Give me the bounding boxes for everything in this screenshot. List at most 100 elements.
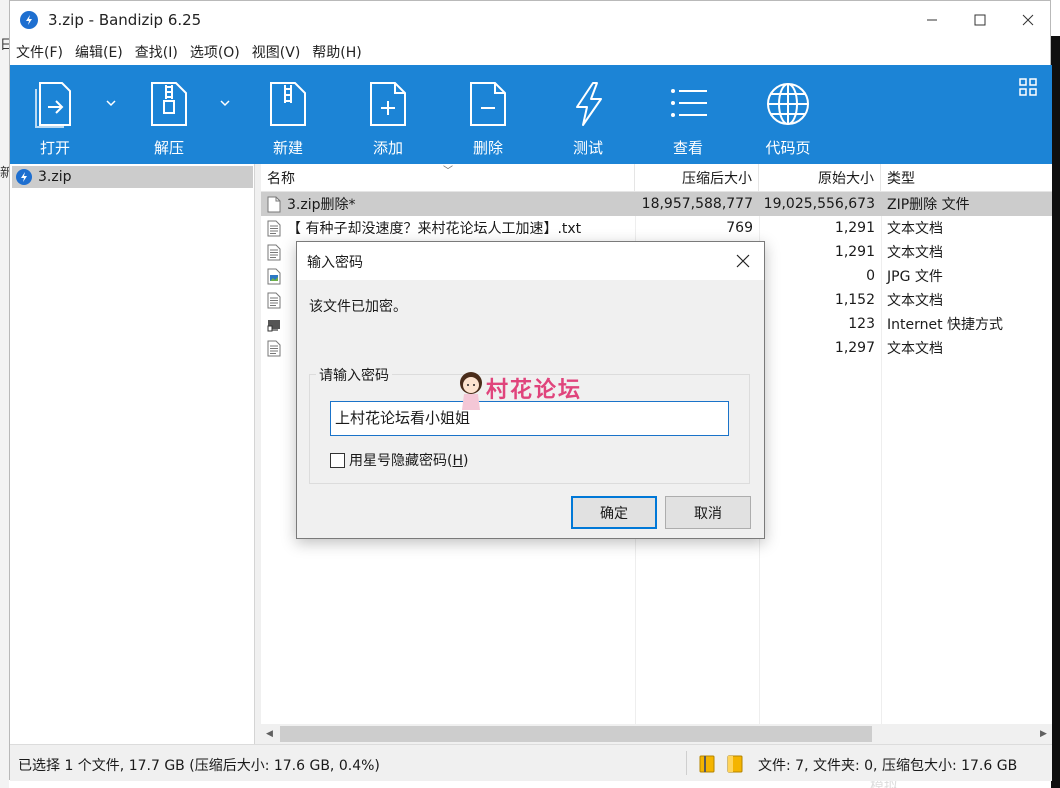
folder-tree: 3.zip	[10, 164, 255, 744]
title-bar[interactable]: 3.zip - Bandizip 6.25	[10, 1, 1052, 39]
delete-button[interactable]: 删除	[443, 65, 533, 164]
original-size-cell: 123	[848, 316, 875, 332]
menu-help[interactable]: 帮助(H)	[312, 42, 361, 62]
file-icon	[267, 196, 287, 213]
maximize-button[interactable]	[956, 1, 1004, 39]
file-name: 3.zip删除*	[287, 197, 356, 213]
open-icon	[35, 82, 71, 128]
codepage-button[interactable]: 代码页	[743, 65, 833, 164]
column-header-type[interactable]: 类型	[881, 164, 1052, 192]
menu-find[interactable]: 查找(I)	[135, 42, 178, 62]
dialog-title-bar[interactable]: 输入密码	[297, 242, 764, 280]
horizontal-scrollbar[interactable]: ◀ ▶	[261, 724, 1052, 744]
bandizip-app-icon	[20, 11, 38, 29]
compressed-size-cell: 18,957,588,777	[641, 196, 753, 212]
column-header-name[interactable]: 名称 ﹀	[261, 164, 635, 192]
menu-edit[interactable]: 编辑(E)	[75, 42, 123, 62]
password-group-label: 请输入密码	[316, 365, 392, 385]
list-header: 名称 ﹀ 压缩后大小 原始大小 类型	[261, 164, 1052, 192]
dialog-close-button[interactable]	[730, 248, 756, 274]
desktop-right-edge	[1051, 36, 1060, 788]
status-bar: 已选择 1 个文件, 17.7 GB (压缩后大小: 17.6 GB, 0.4%…	[10, 744, 1052, 781]
file-name: 【 有种子却没速度？来村花论坛人工加速】.txt	[287, 221, 582, 237]
extract-label: 解压	[153, 139, 184, 157]
maximize-icon	[974, 14, 986, 26]
add-file-icon	[370, 82, 406, 126]
codepage-label: 代码页	[765, 139, 811, 157]
extract-dropdown-chevron-down-icon[interactable]	[217, 95, 233, 111]
view-label: 查看	[672, 139, 703, 157]
close-button[interactable]	[1004, 1, 1052, 39]
original-size-cell: 0	[866, 268, 875, 284]
table-row[interactable]: 【 有种子却没速度？来村花论坛人工加速】.txt 769 1,291 文本文档	[261, 216, 1052, 240]
archive-summary: 文件: 7, 文件夹: 0, 压缩包大小: 17.6 GB	[758, 758, 1018, 774]
menu-options[interactable]: 选项(O)	[190, 42, 240, 62]
hide-password-checkbox-row[interactable]: 用星号隐藏密码(H)	[330, 450, 468, 470]
file-type-cell: JPG 文件	[887, 269, 943, 285]
file-name-cell: 【 有种子却没速度？来村花论坛人工加速】.txt	[261, 218, 635, 238]
test-label: 测试	[572, 139, 603, 157]
cancel-button[interactable]: 取消	[665, 496, 751, 529]
column-header-compressed[interactable]: 压缩后大小	[635, 164, 759, 192]
extract-icon	[151, 82, 187, 126]
tree-item-label: 3.zip	[38, 169, 72, 185]
new-archive-button[interactable]: 新建	[243, 65, 333, 164]
open-button[interactable]: 打开	[10, 65, 100, 164]
text-file-icon	[267, 244, 287, 261]
extract-button[interactable]: 解压	[124, 65, 214, 164]
menu-file[interactable]: 文件(F)	[16, 42, 63, 62]
open-dropdown-chevron-down-icon[interactable]	[103, 95, 119, 111]
open-label: 打开	[39, 139, 70, 157]
text-file-icon	[267, 292, 287, 309]
file-type-cell: Internet 快捷方式	[887, 317, 1004, 333]
minimize-button[interactable]	[908, 1, 956, 39]
window-title: 3.zip - Bandizip 6.25	[48, 11, 202, 29]
original-size-cell: 1,291	[834, 244, 875, 260]
compressed-size-cell: 769	[726, 220, 753, 236]
file-type-cell: 文本文档	[887, 293, 943, 309]
text-file-icon	[267, 340, 287, 357]
scroll-right-arrow-icon[interactable]: ▶	[1035, 724, 1052, 744]
close-icon	[736, 254, 750, 268]
codepage-globe-icon	[767, 83, 809, 125]
delete-label: 删除	[472, 139, 503, 157]
ok-button[interactable]: 确定	[571, 496, 657, 529]
hide-password-checkbox[interactable]	[330, 452, 345, 468]
internet-shortcut-icon	[267, 316, 287, 333]
text-file-icon	[267, 220, 287, 237]
table-row[interactable]: 3.zip删除* 18,957,588,777 19,025,556,673 ZIP删…	[261, 192, 1052, 216]
watermark-text: 村花论坛	[486, 378, 583, 403]
file-name-cell: 3.zip删除*	[261, 194, 635, 214]
archive-icon	[16, 169, 32, 185]
file-type-cell: 文本文档	[887, 245, 943, 261]
view-list-icon	[671, 89, 707, 117]
file-type-cell: ZIP删除 文件	[887, 197, 970, 213]
original-size-cell: 19,025,556,673	[763, 196, 875, 212]
test-button[interactable]: 测试	[543, 65, 633, 164]
add-label: 添加	[372, 139, 403, 157]
original-size-cell: 1,291	[834, 220, 875, 236]
original-size-cell: 1,297	[834, 340, 875, 356]
file-type-cell: 文本文档	[887, 221, 943, 237]
scroll-left-arrow-icon[interactable]: ◀	[261, 724, 278, 744]
desktop-left-edge: 日 新	[0, 0, 13, 788]
status-divider	[686, 751, 687, 775]
new-label: 新建	[272, 139, 303, 157]
delete-file-icon	[470, 82, 506, 126]
add-button[interactable]: 添加	[343, 65, 433, 164]
dialog-title: 输入密码	[307, 255, 363, 271]
hide-password-label: 用星号隐藏密码(H)	[349, 453, 469, 469]
menu-view[interactable]: 视图(V)	[252, 42, 301, 62]
sort-chevron-down-icon: ﹀	[443, 166, 453, 177]
file-type-cell: 文本文档	[887, 341, 943, 357]
layout-grid-icon[interactable]	[1018, 77, 1038, 97]
minimize-icon	[927, 19, 937, 21]
new-archive-icon	[270, 82, 306, 126]
view-button[interactable]: 查看	[643, 65, 733, 164]
watermark-logo: 村花论坛	[458, 370, 618, 420]
original-size-cell: 1,152	[834, 292, 875, 308]
column-header-original[interactable]: 原始大小	[759, 164, 881, 192]
close-icon	[1022, 14, 1034, 26]
scrollbar-thumb[interactable]	[280, 726, 872, 742]
tree-item-archive[interactable]: 3.zip	[12, 166, 253, 188]
